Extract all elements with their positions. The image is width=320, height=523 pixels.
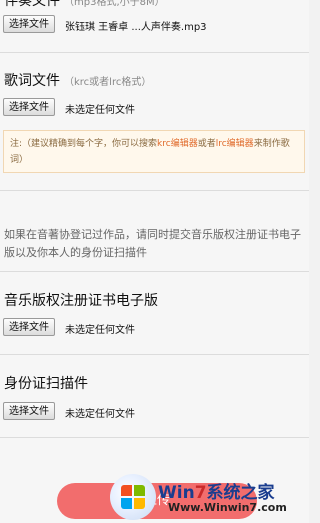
watermark: Win7系统之家 Www.Winwin7.com <box>110 474 307 521</box>
id-scan-choose-file-button[interactable]: 选择文件 <box>3 402 55 420</box>
lyrics-notice: 注:（建议精确到每个字，你可以搜索krc编辑器或者lrc编辑器来制作歌词） <box>3 130 305 173</box>
krc-editor-link[interactable]: krc编辑器 <box>157 139 198 149</box>
audio-file-hint: （mp3格式,小于8M） <box>64 0 165 8</box>
lyrics-file-title: 歌词文件 （krc或者lrc格式） <box>4 70 151 90</box>
copyright-file-title: 音乐版权注册证书电子版 <box>4 293 158 309</box>
lyrics-file-title-text: 歌词文件 <box>4 73 60 89</box>
lrc-editor-link[interactable]: lrc编辑器 <box>216 139 254 149</box>
lyrics-file-hint: （krc或者lrc格式） <box>64 77 152 88</box>
upload-form: 伴奏文件 （mp3格式,小于8M） 选择文件 张钰琪 王睿卓 ...人声伴奏.mp… <box>0 0 309 523</box>
watermark-brand: Win7系统之家 <box>158 478 275 503</box>
copyright-choose-file-button[interactable]: 选择文件 <box>3 318 55 336</box>
divider <box>0 271 309 272</box>
copyright-file-status: 未选定任何文件 <box>65 325 135 336</box>
windows-flag-icon <box>121 485 145 509</box>
id-scan-file-title: 身份证扫描件 <box>4 376 88 392</box>
divider <box>0 437 309 438</box>
notice-prefix: 注:（建议精确到每个字，你可以搜索 <box>10 139 158 149</box>
watermark-brand-win: Win <box>158 483 195 503</box>
copyright-info-text: 如果在音著协登记过作品，请同时提交音乐版权注册证书电子版以及你本人的身份证扫描件 <box>4 228 301 259</box>
windows-logo-icon <box>110 474 156 520</box>
watermark-brand-7: 7 <box>194 483 207 503</box>
audio-file-title-text: 伴奏文件 <box>4 0 60 9</box>
audio-file-title: 伴奏文件 （mp3格式,小于8M） <box>4 0 165 10</box>
notice-middle: 或者 <box>197 139 216 149</box>
lyrics-file-status: 未选定任何文件 <box>65 105 135 116</box>
audio-choose-file-button[interactable]: 选择文件 <box>3 15 55 33</box>
id-scan-file-status: 未选定任何文件 <box>65 409 135 420</box>
lyrics-choose-file-button[interactable]: 选择文件 <box>3 98 55 116</box>
audio-file-status: 张钰琪 王睿卓 ...人声伴奏.mp3 <box>65 22 207 33</box>
watermark-brand-rest: 系统之家 <box>206 483 275 503</box>
divider <box>0 354 309 355</box>
watermark-url: Www.Winwin7.com <box>168 501 287 514</box>
divider <box>0 52 309 53</box>
divider <box>0 190 309 191</box>
